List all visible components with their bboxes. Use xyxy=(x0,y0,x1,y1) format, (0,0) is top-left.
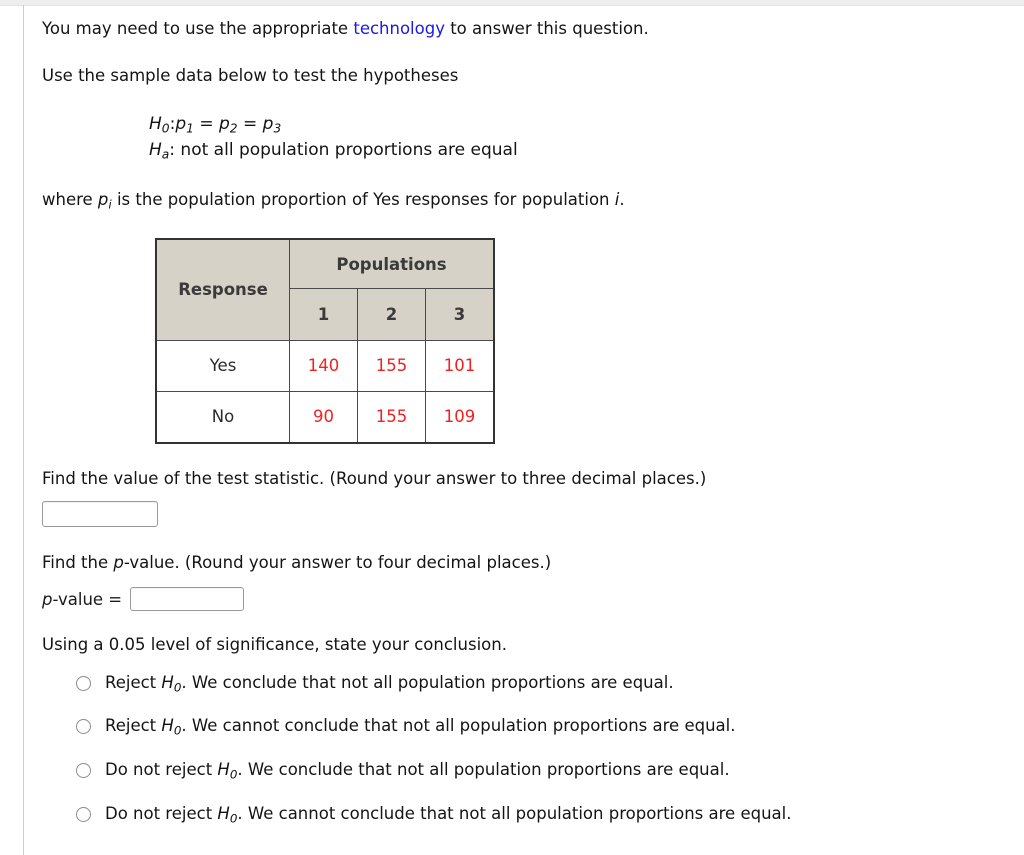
p-value-label: p-value = xyxy=(42,590,122,609)
alt-hypothesis-text: : not all population proportions are equ… xyxy=(169,140,518,161)
table-row: No 90 155 109 xyxy=(155,390,495,444)
conclusion-option-3[interactable]: Do not reject H0. We conclude that not a… xyxy=(76,760,1002,782)
p-value-row: p-value = xyxy=(42,587,1002,612)
test-statistic-input[interactable] xyxy=(42,500,158,527)
option-3-rest: . We conclude that not all population pr… xyxy=(237,759,730,779)
radio-button-icon[interactable] xyxy=(76,719,91,735)
where-prefix: where xyxy=(42,189,98,209)
p-subscript-2: 2 xyxy=(229,121,238,136)
technology-notice-suffix: to answer this question. xyxy=(444,19,649,38)
p-symbol-1: p xyxy=(175,114,187,135)
option-2-symbol: H xyxy=(161,716,174,736)
conclusion-option-4[interactable]: Do not reject H0. We cannot conclude tha… xyxy=(76,804,1002,826)
population-column-header-2: 2 xyxy=(357,288,426,341)
where-p-symbol: p xyxy=(97,189,109,209)
p-symbol-2: p xyxy=(218,114,230,135)
where-middle-text: is the population proportion of Yes resp… xyxy=(111,189,615,209)
population-column-header-3: 3 xyxy=(425,288,495,341)
conclusion-option-3-label: Do not reject H0. We conclude that not a… xyxy=(105,760,730,782)
radio-button-icon[interactable] xyxy=(76,762,91,778)
p-subscript-3: 3 xyxy=(273,121,282,136)
question-page: You may need to use the appropriate tech… xyxy=(0,0,1024,855)
sample-data-table-wrap: Response Populations 1 2 3 Yes 140 155 1… xyxy=(155,237,1002,444)
populations-group-header: Populations xyxy=(289,238,495,290)
option-3-lead: Do not reject xyxy=(105,759,218,779)
table-header-row-1: Response Populations xyxy=(155,238,495,341)
p-value-prompt: Find the p-value. (Round your answer to … xyxy=(42,553,1002,574)
population-column-header-1: 1 xyxy=(289,288,358,341)
p-symbol-3: p xyxy=(262,114,274,135)
alt-hypothesis-symbol: H xyxy=(149,140,162,161)
option-3-symbol: H xyxy=(217,759,230,779)
hypotheses-block: H0:p1 = p2 = p3 Ha: not all population p… xyxy=(149,112,1002,164)
cell-no-pop2: 155 xyxy=(357,390,426,444)
where-clause: where pi is the population proportion of… xyxy=(42,190,1002,212)
option-4-lead: Do not reject xyxy=(105,803,218,823)
technology-link[interactable]: technology xyxy=(353,19,445,38)
null-hypothesis: H0:p1 = p2 = p3 xyxy=(149,112,1002,138)
option-2-lead: Reject xyxy=(105,716,162,736)
p-value-input[interactable] xyxy=(130,587,245,612)
conclusion-options: Reject H0. We conclude that not all popu… xyxy=(76,673,1002,825)
option-4-symbol: H xyxy=(217,803,230,823)
p-value-prompt-suffix: -value. (Round your answer to four decim… xyxy=(123,552,552,572)
conclusion-option-1[interactable]: Reject H0. We conclude that not all popu… xyxy=(76,673,1002,695)
instruction-text: Use the sample data below to test the hy… xyxy=(42,65,459,85)
equals-2: = xyxy=(242,114,258,135)
row-label-yes: Yes xyxy=(155,339,290,392)
option-4-rest: . We cannot conclude that not all popula… xyxy=(237,803,792,823)
technology-notice: You may need to use the appropriate tech… xyxy=(42,19,1002,40)
p-subscript-1: 1 xyxy=(186,121,194,136)
technology-notice-prefix: You may need to use the appropriate xyxy=(42,19,354,38)
where-suffix: . xyxy=(619,189,625,209)
cell-yes-pop1: 140 xyxy=(289,339,358,392)
option-2-rest: . We cannot conclude that not all popula… xyxy=(181,716,736,736)
cell-no-pop3: 109 xyxy=(425,390,495,444)
conclusion-option-1-label: Reject H0. We conclude that not all popu… xyxy=(105,673,674,695)
conclusion-option-4-label: Do not reject H0. We cannot conclude tha… xyxy=(105,804,791,826)
radio-button-icon[interactable] xyxy=(76,675,91,691)
equals-1: = xyxy=(199,114,214,135)
null-hypothesis-symbol: H xyxy=(149,114,162,135)
p-value-prompt-symbol: p xyxy=(113,552,124,572)
row-label-no: No xyxy=(155,390,290,444)
null-hypothesis-subscript: 0 xyxy=(161,121,170,136)
p-value-prompt-prefix: Find the xyxy=(42,552,114,572)
option-1-symbol: H xyxy=(161,672,174,692)
question-content: You may need to use the appropriate tech… xyxy=(42,5,1002,847)
test-statistic-prompt: Find the value of the test statistic. (R… xyxy=(42,468,707,488)
left-margin-rule xyxy=(23,5,24,855)
cell-yes-pop2: 155 xyxy=(357,339,426,392)
p-value-label-rest: -value = xyxy=(52,589,123,609)
response-column-header: Response xyxy=(155,238,290,341)
conclusion-option-2[interactable]: Reject H0. We cannot conclude that not a… xyxy=(76,716,1002,738)
p-value-label-symbol: p xyxy=(42,589,53,609)
cell-no-pop1: 90 xyxy=(289,390,358,444)
radio-button-icon[interactable] xyxy=(76,806,91,822)
conclusion-prompt: Using a 0.05 level of significance, stat… xyxy=(42,635,507,655)
option-1-lead: Reject xyxy=(105,672,162,692)
conclusion-option-2-label: Reject H0. We cannot conclude that not a… xyxy=(105,716,735,738)
table-row: Yes 140 155 101 xyxy=(155,339,495,392)
sample-data-table: Response Populations 1 2 3 Yes 140 155 1… xyxy=(155,237,495,444)
cell-yes-pop3: 101 xyxy=(425,339,495,392)
option-1-rest: . We conclude that not all population pr… xyxy=(181,672,674,692)
alternative-hypothesis: Ha: not all population proportions are e… xyxy=(149,138,1002,164)
